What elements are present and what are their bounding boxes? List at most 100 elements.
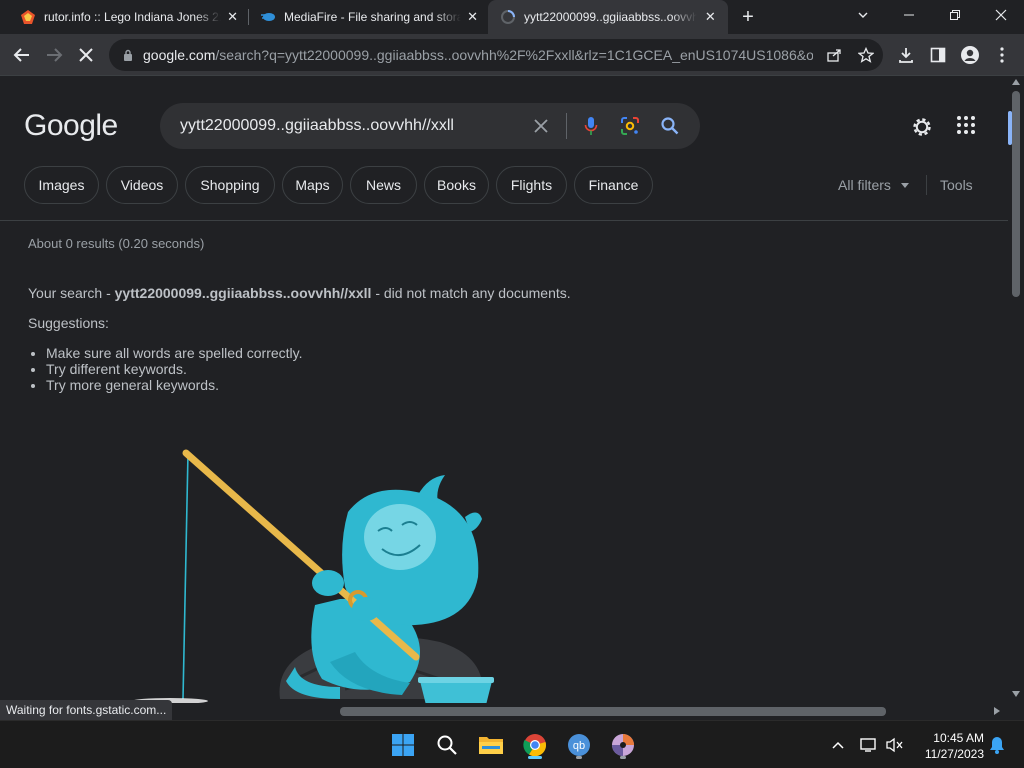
download-icon[interactable] [894, 43, 918, 67]
forward-button[interactable] [42, 43, 66, 67]
mediafire-icon [260, 9, 276, 25]
clock-time: 10:45 AM [933, 731, 984, 745]
tab-title: rutor.info :: Lego Indiana Jones 2: The … [44, 10, 221, 24]
tools-button[interactable]: Tools [940, 177, 973, 193]
restore-button[interactable] [932, 0, 978, 30]
scroll-down-arrow-icon[interactable] [1012, 691, 1020, 697]
search-results-page: Google yytt22000099..ggiiaabbss..oovvhh/… [0, 77, 1008, 703]
tab-mediafire[interactable]: MediaFire - File sharing and storage mad… [248, 0, 488, 34]
url-text: google.com/search?q=yytt22000099..ggiiaa… [143, 47, 813, 63]
all-filters-button[interactable]: All filters [838, 177, 909, 193]
back-button[interactable] [10, 43, 34, 67]
lock-icon[interactable] [121, 48, 135, 62]
tab-google-active[interactable]: yytt22000099..ggiiaabbss..oovvhh ✕ [488, 0, 728, 34]
creature-hand [312, 570, 344, 596]
chip-news[interactable]: News [350, 166, 417, 204]
rutor-icon [20, 9, 36, 25]
suggestion-item: Try different keywords. [46, 361, 303, 377]
suggestions-list: Make sure all words are spelled correctl… [46, 345, 303, 393]
svg-text:qb: qb [573, 740, 585, 752]
active-app-indicator [528, 756, 542, 759]
no-results-suffix: - did not match any documents. [371, 285, 571, 301]
close-icon[interactable]: ✕ [227, 9, 238, 25]
result-stats: About 0 results (0.20 seconds) [28, 236, 205, 251]
share-icon[interactable] [825, 46, 843, 64]
tab-rutor[interactable]: rutor.info :: Lego Indiana Jones 2: The … [8, 0, 248, 34]
fishing-creature-illustration [132, 449, 494, 703]
bookmark-star-icon[interactable] [857, 46, 875, 64]
profile-avatar-icon[interactable] [958, 43, 982, 67]
stop-loading-button[interactable] [74, 43, 98, 67]
new-tab-button[interactable]: + [736, 5, 760, 29]
horizontal-scroll-thumb[interactable] [340, 707, 886, 716]
no-results-message: Your search - yytt22000099..ggiiaabbss..… [28, 285, 571, 301]
bucket-rim [418, 677, 494, 683]
windows-taskbar: qb 10:45 AM 11/27/2023 [0, 720, 1024, 768]
filters-divider [926, 175, 927, 195]
close-icon[interactable]: ✕ [467, 9, 478, 25]
search-box[interactable]: yytt22000099..ggiiaabbss..oovvhh//xxll [160, 103, 700, 149]
running-app-indicator [576, 756, 582, 759]
bucket [420, 681, 492, 703]
start-icon[interactable] [387, 729, 419, 761]
tab-strip: rutor.info :: Lego Indiana Jones 2: The … [0, 0, 1024, 34]
browser-menu-icon[interactable] [990, 43, 1014, 67]
volume-muted-icon[interactable] [883, 733, 907, 757]
chip-finance[interactable]: Finance [574, 166, 653, 204]
chip-maps[interactable]: Maps [282, 166, 343, 204]
search-input[interactable]: yytt22000099..ggiiaabbss..oovvhh//xxll [180, 117, 454, 135]
chevron-up-icon[interactable] [826, 733, 850, 757]
creature-face [364, 504, 436, 570]
suggestions-heading: Suggestions: [28, 315, 109, 331]
vertical-scroll-thumb[interactable] [1012, 91, 1020, 297]
qbittorrent-icon[interactable]: qb [563, 729, 595, 761]
suggestion-item: Try more general keywords. [46, 377, 303, 393]
tab-title: MediaFire - File sharing and storage mad… [284, 10, 462, 24]
creature-hand [352, 597, 380, 621]
close-window-button[interactable] [978, 0, 1024, 30]
running-app-indicator [620, 756, 626, 759]
tab-search-chevron-icon[interactable] [840, 0, 886, 30]
side-panel-icon[interactable] [926, 43, 950, 67]
minimize-button[interactable] [886, 0, 932, 30]
chip-flights[interactable]: Flights [496, 166, 567, 204]
file-explorer-icon[interactable] [475, 729, 507, 761]
scroll-up-arrow-icon[interactable] [1012, 79, 1020, 85]
scroll-right-arrow-icon[interactable] [994, 707, 1000, 715]
chip-books[interactable]: Books [424, 166, 489, 204]
vertical-scrollbar[interactable] [1008, 77, 1024, 703]
chrome-icon[interactable] [519, 729, 551, 761]
gear-icon[interactable] [910, 115, 934, 139]
fishing-line [182, 452, 189, 700]
clock-date: 11/27/2023 [924, 747, 984, 761]
dropdown-caret-icon [900, 182, 909, 188]
search-divider [566, 113, 567, 139]
chip-images[interactable]: Images [24, 166, 99, 204]
chip-shopping[interactable]: Shopping [185, 166, 275, 204]
tab-title: yytt22000099..ggiiaabbss..oovvhh [524, 10, 697, 24]
clear-search-icon[interactable] [530, 115, 552, 137]
google-apps-icon[interactable] [956, 115, 980, 139]
browser-toolbar: google.com/search?q=yytt22000099..ggiiaa… [0, 34, 1024, 76]
no-results-prefix: Your search - [28, 285, 115, 301]
url-path: /search?q=yytt22000099..ggiiaabbss..oovv… [215, 47, 813, 63]
microphone-icon[interactable] [580, 115, 602, 137]
google-logo[interactable]: Google [24, 109, 118, 143]
status-bubble: Waiting for fonts.gstatic.com... [0, 700, 173, 720]
close-icon[interactable]: ✕ [703, 9, 718, 25]
google-lens-icon[interactable] [619, 115, 641, 137]
all-filters-label: All filters [838, 177, 891, 193]
url-host: google.com [143, 47, 216, 63]
network-icon[interactable] [857, 733, 881, 757]
chip-videos[interactable]: Videos [106, 166, 178, 204]
header-divider [0, 220, 1008, 221]
no-results-query: yytt22000099..ggiiaabbss..oovvhh//xxll [114, 285, 372, 301]
system-clock[interactable]: 10:45 AM 11/27/2023 [912, 730, 984, 762]
search-icon[interactable] [659, 115, 681, 137]
search-icon[interactable] [431, 729, 463, 761]
suggestion-item: Make sure all words are spelled correctl… [46, 345, 303, 361]
notification-bell-icon[interactable] [985, 733, 1009, 757]
address-bar[interactable]: google.com/search?q=yytt22000099..ggiiaa… [109, 39, 883, 71]
google-loading-icon [500, 9, 516, 25]
media-app-icon[interactable] [607, 729, 639, 761]
